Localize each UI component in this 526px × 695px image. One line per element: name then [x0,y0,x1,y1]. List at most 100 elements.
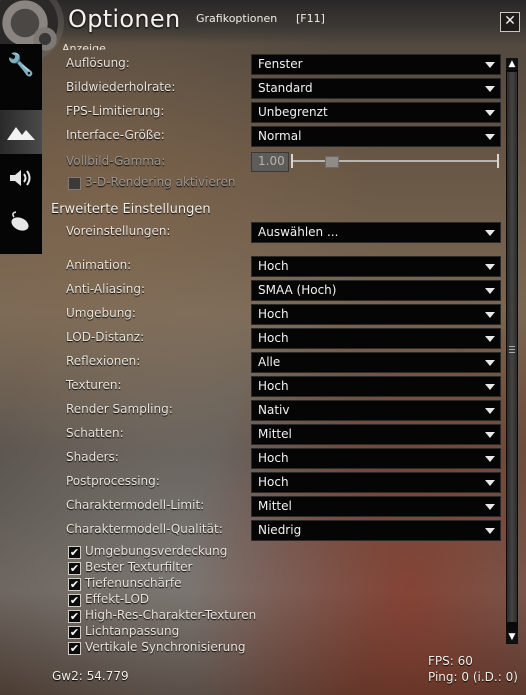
chevron-down-icon [485,408,495,414]
chevron-down-icon [485,504,495,510]
ping-readout: Ping: 0 (i.D.: 0) [428,670,518,684]
checkmark-icon: ✔ [69,626,80,639]
chevron-down-icon [485,288,495,294]
rendering-3d-checkbox[interactable] [68,177,81,190]
chevron-down-icon [485,86,495,92]
chevron-down-icon [485,110,495,116]
setting-label: Umgebung: [66,306,136,320]
feature-checkbox[interactable]: ✔ [68,594,81,607]
close-button[interactable]: ✕ [500,12,520,32]
checkmark-icon: ✔ [69,642,80,655]
window-title: Optionen [68,5,181,33]
fps-limit-label: FPS-Limitierung: [66,104,165,118]
checkmark-icon: ✔ [69,610,80,623]
refresh-rate-dropdown[interactable]: Standard [251,78,501,99]
feature-checkbox-label: Tiefenunschärfe [85,576,182,590]
setting-dropdown[interactable]: SMAA (Hoch) [251,280,501,301]
section-title-display: Anzeige [62,42,106,50]
resolution-value: Fenster [258,57,303,71]
scrollbar-grip-icon [509,346,515,354]
feature-checkbox-label: Bester Texturfilter [85,560,193,574]
wrench-icon: 🔧 [7,53,35,78]
feature-checkbox-label: Vertikale Synchronisierung [85,640,246,654]
setting-dropdown[interactable]: Hoch [251,256,501,277]
setting-label: Render Sampling: [66,402,173,416]
feature-checkbox[interactable]: ✔ [68,626,81,639]
scroll-up-arrow[interactable]: ▲ [506,58,518,70]
setting-value: Mittel [258,427,292,441]
window-subtitle: Grafikoptionen [196,12,278,25]
setting-label: Texturen: [66,378,122,392]
fps-limit-dropdown[interactable]: Unbegrenzt [251,102,501,123]
interface-size-value: Normal [258,129,302,143]
chevron-down-icon [485,312,495,318]
resolution-dropdown[interactable]: Fenster [251,54,501,75]
setting-dropdown[interactable]: Nativ [251,400,501,421]
speaker-icon [10,170,31,186]
gamma-slider-handle [325,156,339,168]
setting-label: Anti-Aliasing: [66,282,146,296]
rendering-3d-label: 3-D-Rendering aktivieren [85,175,236,189]
fps-readout: FPS: 60 [428,654,473,668]
chevron-down-icon [485,134,495,140]
tab-controls[interactable] [0,200,42,244]
checkmark-icon: ✔ [69,562,80,575]
refresh-rate-value: Standard [258,81,313,95]
setting-value: Niedrig [258,523,302,537]
mouse-icon [11,211,29,231]
feature-checkbox[interactable]: ✔ [68,642,81,655]
setting-value: Hoch [258,451,289,465]
setting-label: Reflexionen: [66,354,141,368]
refresh-rate-label: Bildwiederholrate: [66,80,176,94]
setting-value: Hoch [258,259,289,273]
feature-checkbox[interactable]: ✔ [68,578,81,591]
interface-size-dropdown[interactable]: Normal [251,126,501,147]
resolution-label: Auflösung: [66,56,130,70]
checkmark-icon: ✔ [69,546,80,559]
scroll-down-arrow[interactable]: ▼ [506,631,518,643]
feature-checkbox[interactable]: ✔ [68,546,81,559]
setting-dropdown[interactable]: Hoch [251,328,501,349]
setting-label: Postprocessing: [66,474,160,488]
setting-dropdown[interactable]: Mittel [251,496,501,517]
chevron-down-icon [485,480,495,486]
chevron-down-icon [485,528,495,534]
tab-graphics[interactable] [0,110,42,154]
tab-sound[interactable] [0,156,42,200]
chevron-down-icon [485,336,495,342]
preset-label: Voreinstellungen: [66,224,171,238]
setting-dropdown[interactable]: Hoch [251,376,501,397]
setting-value: SMAA (Hoch) [258,283,337,297]
chevron-down-icon [485,432,495,438]
feature-checkbox[interactable]: ✔ [68,562,81,575]
chevron-down-icon [485,360,495,366]
setting-dropdown[interactable]: Mittel [251,424,501,445]
section-title-advanced: Erweiterte Einstellungen [51,202,211,217]
gamma-value: 1.00 [258,154,285,168]
setting-value: Hoch [258,475,289,489]
setting-label: Charaktermodell-Limit: [66,498,205,512]
setting-label: Animation: [66,258,132,272]
preset-value: Auswählen ... [258,225,339,239]
setting-label: Charaktermodell-Qualität: [66,522,223,536]
gamma-slider-track [293,160,498,162]
chevron-down-icon [485,62,495,68]
gamma-value-box: 1.00 [251,152,289,172]
setting-value: Mittel [258,499,292,513]
preset-dropdown[interactable]: Auswählen ... [251,222,501,243]
options-window: Optionen Grafikoptionen [F11] ✕ 🔧 Anzeig… [0,0,526,695]
gamma-label: Vollbild-Gamma: [66,154,166,168]
setting-dropdown[interactable]: Hoch [251,448,501,469]
setting-dropdown[interactable]: Niedrig [251,520,501,541]
interface-size-label: Interface-Größe: [66,128,165,142]
tab-general[interactable]: 🔧 [0,44,42,88]
feature-checkbox[interactable]: ✔ [68,610,81,623]
feature-checkbox-label: Umgebungsverdeckung [85,544,228,558]
setting-label: Shaders: [66,450,119,464]
setting-value: Hoch [258,331,289,345]
setting-dropdown[interactable]: Alle [251,352,501,373]
setting-dropdown[interactable]: Hoch [251,304,501,325]
feature-checkbox-label: Lichtanpassung [85,624,180,638]
fps-limit-value: Unbegrenzt [258,105,328,119]
setting-dropdown[interactable]: Hoch [251,472,501,493]
